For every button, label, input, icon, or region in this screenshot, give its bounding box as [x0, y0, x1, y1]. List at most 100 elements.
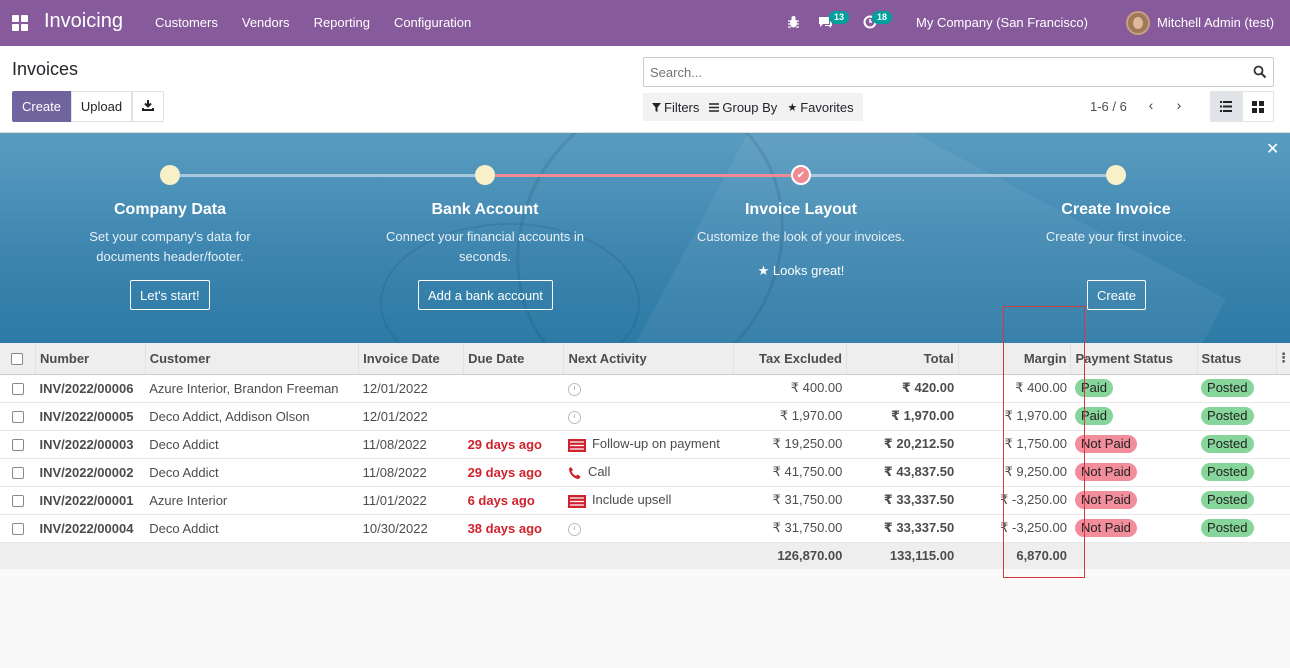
menu-customers[interactable]: Customers — [143, 0, 230, 46]
table-row[interactable]: INV/2022/00002 Deco Addict 11/08/2022 29 da… — [0, 458, 1290, 487]
download-button[interactable] — [132, 91, 164, 122]
invoice-date: 12/01/2022 — [358, 402, 464, 431]
create-button[interactable]: Create — [12, 91, 71, 122]
table-row[interactable]: INV/2022/00003 Deco Addict 11/08/2022 29 da… — [0, 430, 1290, 459]
progress-line-2 — [495, 174, 791, 177]
next-activity-label: Call — [587, 464, 611, 480]
filters-button[interactable]: Filters — [647, 100, 704, 115]
step-layout-done-icon[interactable]: ✔ — [791, 165, 811, 185]
company-switcher[interactable]: My Company (San Francisco) — [916, 15, 1088, 30]
status-badge: Posted — [1201, 463, 1254, 481]
group-by-button[interactable]: Group By — [704, 100, 782, 115]
customer-name: Deco Addict — [145, 430, 359, 459]
column-due-date[interactable]: Due Date — [463, 343, 564, 375]
user-avatar[interactable] — [1126, 11, 1150, 35]
row-checkbox[interactable] — [11, 383, 24, 396]
column-payment-status[interactable]: Payment Status — [1070, 343, 1198, 375]
app-title[interactable]: Invoicing — [44, 10, 123, 33]
menu-reporting[interactable]: Reporting — [302, 0, 382, 46]
due-date — [463, 374, 564, 403]
invoice-date: 10/30/2022 — [358, 514, 464, 543]
next-activity-cell — [563, 402, 734, 431]
column-tax-excluded[interactable]: Tax Excluded — [733, 343, 847, 375]
payment-status-cell: Not Paid — [1070, 458, 1198, 487]
next-activity-cell — [563, 374, 734, 403]
menu-vendors[interactable]: Vendors — [230, 0, 302, 46]
lets-start-button[interactable]: Let's start! — [130, 280, 210, 310]
total: ₹ 43,837.50 — [846, 458, 959, 487]
search-input[interactable] — [644, 58, 1224, 86]
apps-menu-icon[interactable] — [12, 15, 28, 31]
filter-icon — [652, 102, 661, 112]
select-all-checkbox[interactable] — [11, 353, 24, 366]
favorites-button[interactable]: ★ Favorites — [782, 100, 858, 115]
column-total[interactable]: Total — [845, 343, 959, 375]
table-row[interactable]: INV/2022/00004 Deco Addict 10/30/2022 38 da… — [0, 514, 1290, 543]
customer-name: Deco Addict — [145, 514, 359, 543]
create-invoice-button[interactable]: Create — [1087, 280, 1147, 310]
customer-name: Deco Addict, Addison Olson — [145, 402, 359, 431]
add-bank-account-button[interactable]: Add a bank account — [418, 280, 553, 310]
tax-excluded: ₹ 41,750.00 — [733, 458, 847, 487]
status-badge: Posted — [1201, 435, 1254, 453]
step-title: Invoice Layout — [744, 201, 858, 218]
close-banner-icon[interactable]: ✕ — [1266, 139, 1279, 159]
table-row[interactable]: INV/2022/00006 Azure Interior, Brandon Fr… — [0, 374, 1290, 403]
tax-excluded: ₹ 31,750.00 — [733, 486, 847, 515]
row-select-cell — [0, 458, 36, 487]
row-checkbox[interactable] — [11, 411, 24, 424]
invoice-number: INV/2022/00003 — [35, 430, 146, 459]
table-row[interactable]: INV/2022/00001 Azure Interior 11/01/2022 6 … — [0, 486, 1290, 515]
status-cell: Posted — [1197, 430, 1277, 459]
looks-great-text: ★ Looks great! — [686, 263, 916, 279]
row-checkbox[interactable] — [11, 439, 24, 452]
upload-button[interactable]: Upload — [71, 91, 132, 122]
step-bank-dot[interactable] — [475, 165, 495, 185]
column-invoice-date[interactable]: Invoice Date — [358, 343, 464, 375]
step-title: Create Invoice — [1061, 201, 1171, 218]
list-view-button[interactable] — [1210, 91, 1242, 122]
step-title: Bank Account — [431, 201, 539, 218]
row-checkbox[interactable] — [11, 523, 24, 536]
column-next-activity[interactable]: Next Activity — [563, 343, 734, 375]
step-invoice-dot[interactable] — [1106, 165, 1126, 185]
payment-status-cell: Not Paid — [1070, 430, 1198, 459]
payment-status-cell: Paid — [1070, 402, 1198, 431]
list-icon[interactable] — [567, 494, 586, 508]
pager-value[interactable]: 1-6 / 6 — [1090, 99, 1127, 114]
page-title: Invoices — [12, 59, 79, 79]
due-date: 29 days ago — [463, 430, 564, 459]
optional-columns-icon[interactable]: ⋮ — [1275, 343, 1290, 375]
clock-icon[interactable] — [567, 410, 581, 424]
clock-icon[interactable] — [567, 382, 581, 396]
status-badge: Posted — [1201, 491, 1254, 509]
menu-configuration[interactable]: Configuration — [382, 0, 483, 46]
user-menu[interactable]: Mitchell Admin (test) — [1157, 15, 1274, 30]
debug-bug-icon[interactable] — [787, 15, 800, 29]
invoices-table: Number Customer Invoice Date Due Date Ne… — [0, 343, 1290, 569]
step-company-dot[interactable] — [160, 165, 180, 185]
list-icon[interactable] — [567, 438, 586, 452]
download-icon — [142, 100, 154, 111]
activities-count-badge: 18 — [872, 11, 893, 24]
row-checkbox[interactable] — [11, 495, 24, 508]
column-status[interactable]: Status — [1196, 343, 1277, 375]
column-number[interactable]: Number — [34, 343, 146, 375]
due-date: 38 days ago — [463, 514, 564, 543]
status-badge: Posted — [1201, 379, 1254, 397]
pager-next-icon[interactable]: › — [1171, 97, 1187, 113]
step-company-data: Company Data Set your company's data for… — [55, 201, 285, 267]
list-view-icon — [1220, 101, 1232, 112]
row-select-cell — [0, 402, 36, 431]
search-icon[interactable] — [1253, 65, 1267, 79]
kanban-view-button[interactable] — [1242, 91, 1274, 122]
clock-icon[interactable] — [567, 522, 581, 536]
row-checkbox[interactable] — [11, 467, 24, 480]
column-customer[interactable]: Customer — [144, 343, 359, 375]
step-bank-account: Bank Account Connect your financial acco… — [370, 201, 600, 267]
pager-previous-icon[interactable]: ‹ — [1143, 97, 1159, 113]
next-activity-label: Follow-up on payment — [591, 436, 720, 452]
phone-icon[interactable] — [568, 466, 582, 480]
table-row[interactable]: INV/2022/00005 Deco Addict, Addison Olson… — [0, 402, 1290, 431]
customer-name: Deco Addict — [145, 458, 359, 487]
